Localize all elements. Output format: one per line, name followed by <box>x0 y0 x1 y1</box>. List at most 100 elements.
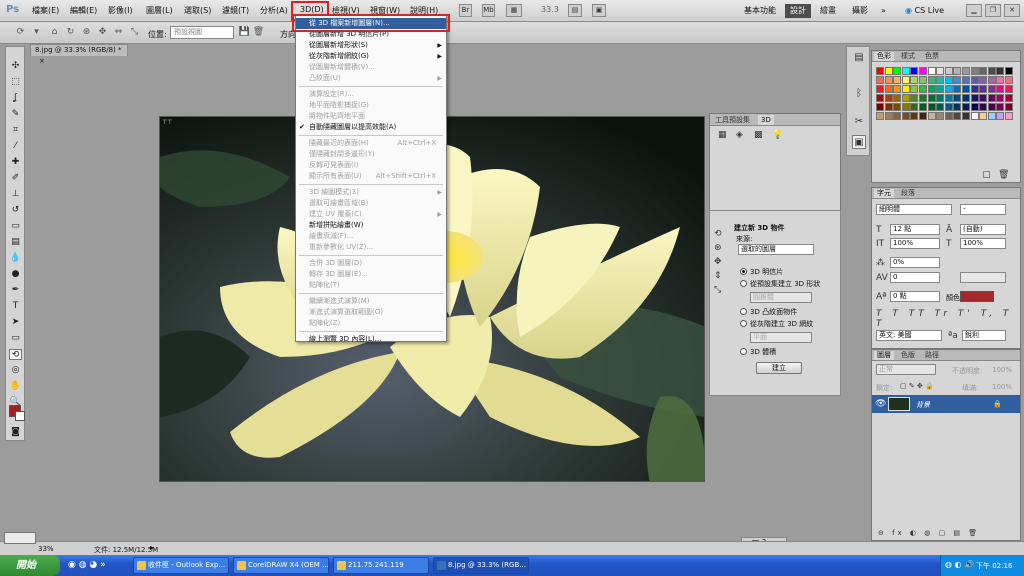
menu-3d-item[interactable]: 自動隱藏圖層以提高效能(A) ✔ <box>296 122 446 133</box>
3d-panel-icon[interactable]: ▣ <box>852 135 866 149</box>
tab-character[interactable]: 字元 <box>874 189 894 198</box>
text-color-swatch[interactable] <box>960 291 994 302</box>
color-swatch[interactable] <box>876 76 884 84</box>
language-select[interactable]: 英文: 美國 <box>876 330 942 341</box>
color-swatch[interactable] <box>1005 103 1013 111</box>
color-swatch[interactable] <box>936 112 945 120</box>
menu-layer[interactable]: 圖層(L) <box>146 5 173 16</box>
roll-3d-icon[interactable]: ⊛ <box>80 27 93 38</box>
menu-analysis[interactable]: 分析(A) <box>260 5 288 16</box>
tab-channels[interactable]: 色版 <box>898 351 918 360</box>
color-swatch[interactable] <box>884 103 893 111</box>
3d-orbit-tool-icon[interactable]: ◎ <box>9 365 22 376</box>
color-swatch[interactable] <box>962 67 970 75</box>
move-tool-icon[interactable]: ✣ <box>9 61 22 72</box>
opacity-value[interactable]: 100% <box>992 366 1012 374</box>
vertical-scale-field[interactable]: 100% <box>890 238 940 249</box>
color-swatch[interactable] <box>910 103 919 111</box>
tracking-field[interactable]: 0 <box>890 272 940 283</box>
color-swatch[interactable] <box>927 94 936 102</box>
color-swatch[interactable] <box>910 76 919 84</box>
minibridge-icon[interactable]: Mb <box>482 4 495 17</box>
radio-postcard[interactable] <box>740 268 747 275</box>
task-photoshop[interactable]: 8.jpg @ 33.3% (RGB... <box>433 557 529 574</box>
color-swatch[interactable] <box>987 67 996 75</box>
save-view-icon[interactable]: 💾 <box>238 27 251 38</box>
3d-drag-icon[interactable]: ✥ <box>714 257 722 267</box>
horizontal-scale-field[interactable]: 100% <box>960 238 1006 249</box>
3d-slide-icon[interactable]: ⇕ <box>714 271 722 281</box>
color-swatch[interactable] <box>979 85 988 93</box>
history-brush-tool-icon[interactable]: ↺ <box>9 205 22 216</box>
eyedropper-tool-icon[interactable]: ⁄ <box>9 141 22 152</box>
color-swatch[interactable] <box>987 76 996 84</box>
eraser-tool-icon[interactable]: ▭ <box>9 221 22 232</box>
color-swatch[interactable] <box>996 112 1005 120</box>
source-select[interactable]: 選取的圖層 <box>738 244 814 255</box>
workspace-essentials[interactable]: 基本功能 <box>739 4 781 18</box>
layer-footer-icons[interactable]: ⊖ fx ◐ ◍ ▢ ▤ 🗑 <box>878 528 980 538</box>
color-swatch[interactable] <box>944 85 953 93</box>
color-swatch[interactable] <box>901 85 910 93</box>
menu-select[interactable]: 選取(S) <box>184 5 211 16</box>
color-swatch[interactable] <box>953 112 962 120</box>
color-swatch[interactable] <box>970 94 979 102</box>
color-swatch[interactable] <box>953 85 962 93</box>
color-swatch[interactable] <box>901 94 910 102</box>
tab-tool-presets[interactable]: 工具預設集 <box>712 115 753 125</box>
font-family-select[interactable]: 細明體 <box>876 204 952 215</box>
menu-edit[interactable]: 編輯(E) <box>70 5 97 16</box>
close-icon[interactable]: ✕ <box>1004 4 1020 17</box>
path-select-tool-icon[interactable]: ➤ <box>9 317 22 328</box>
3d-rotate-tool-icon[interactable]: ⟳ <box>14 27 27 38</box>
color-swatch[interactable] <box>970 85 979 93</box>
layer-name[interactable]: 背景 <box>916 400 930 410</box>
kerning-field[interactable] <box>960 272 1006 283</box>
color-swatch[interactable] <box>876 67 884 75</box>
zoom-level[interactable]: 33.3 <box>541 5 559 14</box>
color-swatch[interactable] <box>953 76 962 84</box>
3d-scale-icon[interactable]: ⤡ <box>714 285 721 295</box>
color-swatch[interactable] <box>996 67 1005 75</box>
3d-rotate-tool-icon[interactable]: ⟲ <box>9 349 22 360</box>
color-swatch[interactable] <box>936 85 945 93</box>
leading-field[interactable]: (自動) <box>960 224 1006 235</box>
document-tab[interactable]: 8.jpg @ 33.3% (RGB/8) * × <box>30 44 128 65</box>
color-swatch[interactable] <box>1005 94 1013 102</box>
lasso-tool-icon[interactable]: ʆ <box>9 93 22 104</box>
color-swatch[interactable] <box>901 76 910 84</box>
new-swatch-icon[interactable]: ▢ <box>982 170 991 180</box>
bridge-icon[interactable]: Br <box>459 4 472 17</box>
color-swatch[interactable] <box>962 76 970 84</box>
menu-file[interactable]: 檔案(E) <box>32 5 59 16</box>
menu-filter[interactable]: 濾鏡(T) <box>222 5 249 16</box>
delete-swatch-icon[interactable]: 🗑 <box>998 170 1009 180</box>
workspace-design[interactable]: 設計 <box>785 4 811 18</box>
color-swatch[interactable] <box>996 76 1005 84</box>
font-style-select[interactable]: - <box>960 204 1006 215</box>
pen-tool-icon[interactable]: ✒ <box>9 285 22 296</box>
color-swatch[interactable] <box>927 67 936 75</box>
workspace-more-icon[interactable]: » <box>876 4 891 18</box>
color-swatch[interactable] <box>979 76 988 84</box>
color-swatch[interactable] <box>927 76 936 84</box>
color-swatch[interactable] <box>962 94 970 102</box>
fill-value[interactable]: 100% <box>992 383 1012 391</box>
scene-icon[interactable]: ▦ <box>718 130 727 140</box>
color-swatch[interactable] <box>884 94 893 102</box>
color-swatch[interactable] <box>953 67 962 75</box>
color-swatch[interactable] <box>953 94 962 102</box>
radio-volume[interactable] <box>740 348 747 355</box>
color-swatch[interactable] <box>936 94 945 102</box>
start-button[interactable]: 開始 <box>0 555 60 576</box>
color-swatch[interactable] <box>884 85 893 93</box>
quick-select-tool-icon[interactable]: ✎ <box>9 109 22 120</box>
scale-3d-icon[interactable]: ⤡ <box>128 27 141 38</box>
anti-alias-select[interactable]: 銳利 <box>962 330 1006 341</box>
color-swatch[interactable] <box>953 103 962 111</box>
task-folder[interactable]: 211.75.241.119 <box>333 557 429 574</box>
color-swatch[interactable] <box>893 103 902 111</box>
color-swatch[interactable] <box>970 76 979 84</box>
color-swatch[interactable] <box>893 112 902 120</box>
color-swatch[interactable] <box>893 85 902 93</box>
